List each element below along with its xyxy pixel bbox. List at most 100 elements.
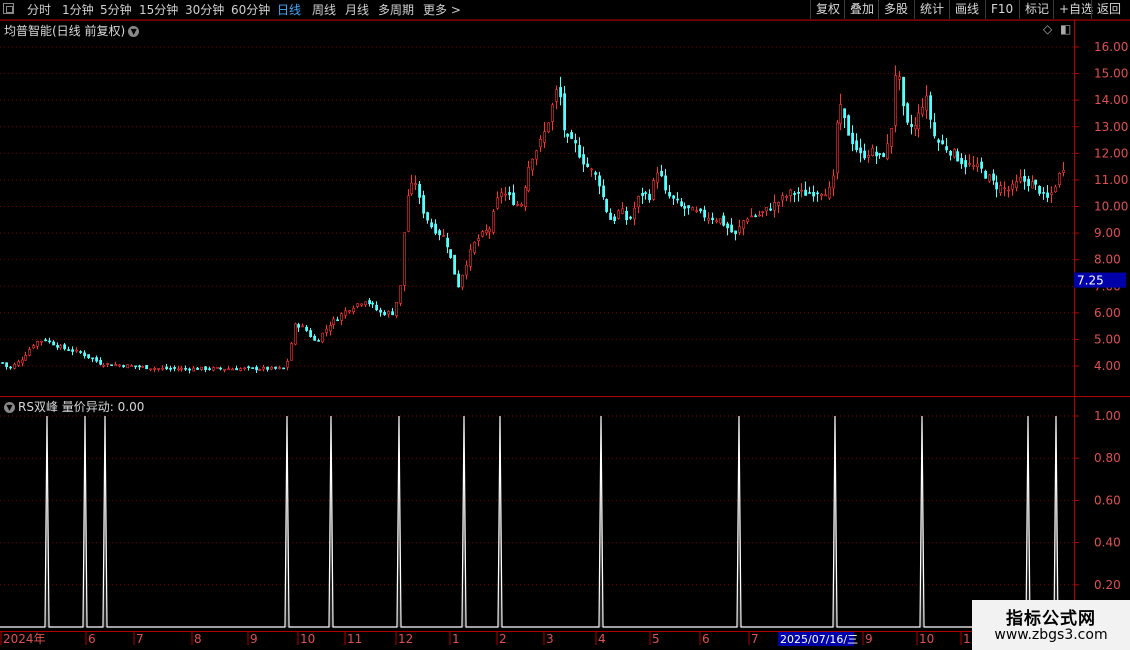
candle-body — [746, 218, 750, 222]
candle-body — [1046, 192, 1050, 198]
candle-body — [734, 230, 738, 235]
candle-body — [426, 212, 430, 221]
price-tag-value: 7.25 — [1077, 274, 1104, 288]
candle-body — [1034, 179, 1038, 185]
candlestick — [769, 203, 773, 212]
candle-body — [309, 330, 313, 337]
candle-body — [262, 366, 266, 370]
x-tick-label: 8 — [194, 632, 202, 646]
candle-body — [656, 172, 660, 183]
candlestick — [219, 366, 223, 371]
candlestick — [691, 206, 695, 211]
candlestick — [102, 362, 106, 368]
candle-body — [941, 140, 945, 145]
candlestick — [914, 117, 918, 137]
candlestick — [5, 362, 9, 370]
candle-body — [664, 175, 668, 191]
candle-body — [1019, 176, 1023, 182]
candle-body — [785, 196, 789, 198]
candle-body — [235, 368, 239, 371]
candlestick — [317, 338, 321, 342]
candlestick — [656, 166, 660, 189]
candlestick — [1003, 181, 1007, 197]
x-tick-label: 10 — [919, 632, 934, 646]
candle-body — [212, 367, 216, 371]
chevron-down-icon[interactable]: ▼ — [128, 26, 140, 37]
candlestick — [793, 191, 797, 203]
candlestick — [114, 361, 118, 366]
candle-body — [676, 198, 680, 201]
candle-body — [945, 146, 949, 151]
candlestick — [387, 310, 391, 318]
candle-body — [274, 366, 278, 369]
candle-body — [91, 357, 95, 360]
candlestick — [984, 169, 988, 179]
candle-body — [63, 344, 67, 350]
candle-body — [208, 368, 212, 370]
candle-body — [956, 151, 960, 162]
candlestick — [847, 114, 851, 136]
candle-body — [442, 235, 446, 237]
candle-body — [149, 368, 153, 371]
x-tick-label: 9 — [250, 632, 258, 646]
candlestick — [21, 356, 25, 367]
price-tick-label: 5.00 — [1094, 332, 1121, 346]
candle-body — [605, 199, 609, 212]
candlestick — [929, 91, 933, 129]
candle-body — [1023, 175, 1027, 182]
candle-body — [715, 220, 719, 223]
candlestick — [988, 174, 992, 183]
candle-body — [28, 349, 32, 356]
candlestick — [212, 366, 216, 372]
candle-body — [699, 208, 703, 212]
candlestick — [395, 302, 399, 319]
candlestick — [633, 201, 637, 226]
candlestick — [492, 208, 496, 235]
stock-chart[interactable]: 16.0015.0014.0013.0012.0011.0010.009.008… — [0, 0, 1130, 650]
candle-body — [344, 310, 348, 316]
candlestick — [449, 249, 453, 259]
diamond-icon[interactable]: ◇ — [1043, 22, 1052, 36]
candle-body — [192, 367, 196, 372]
candlestick — [750, 208, 754, 218]
candle-body — [925, 95, 929, 111]
candlestick — [180, 365, 184, 372]
candlestick — [539, 135, 543, 153]
candlestick — [578, 137, 582, 159]
candlestick — [980, 157, 984, 174]
candle-body — [890, 128, 894, 147]
candlestick — [964, 154, 968, 175]
candlestick — [188, 367, 192, 374]
candle-body — [789, 189, 793, 197]
candle-body — [1054, 186, 1058, 193]
candlestick — [204, 366, 208, 373]
candlestick — [992, 169, 996, 185]
candle-body — [336, 319, 340, 322]
candle-body — [953, 148, 957, 158]
candle-body — [258, 369, 262, 371]
candlestick — [223, 368, 227, 373]
candle-body — [340, 313, 344, 321]
candle-body — [992, 173, 996, 181]
candlestick — [828, 181, 832, 200]
candle-body — [251, 367, 255, 369]
x-tick-label: 3 — [546, 632, 554, 646]
candle-body — [878, 153, 882, 155]
panel-toggle-icon[interactable]: ◧ — [1060, 22, 1071, 36]
candle-body — [294, 323, 298, 345]
candlestick — [407, 189, 411, 232]
candle-body — [114, 364, 118, 366]
candlestick — [953, 148, 957, 159]
x-tick-label: 4 — [598, 632, 606, 646]
candlestick — [375, 301, 379, 312]
candle-body — [980, 161, 984, 169]
candlestick — [126, 364, 130, 369]
candle-body — [988, 174, 992, 182]
chevron-down-icon[interactable]: ▼ — [4, 402, 15, 413]
price-tick-label: 8.00 — [1094, 253, 1121, 267]
candlestick — [734, 230, 738, 241]
candlestick — [243, 367, 247, 371]
candlestick — [972, 156, 976, 171]
x-tick-label: 10 — [300, 632, 315, 646]
candlestick — [1058, 172, 1062, 188]
